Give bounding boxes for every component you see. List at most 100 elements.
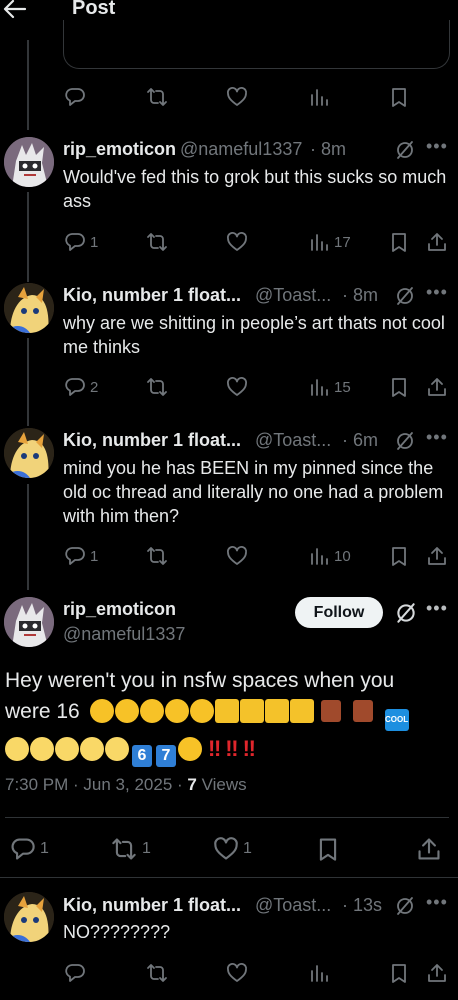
share-icon <box>428 378 446 396</box>
heart-icon <box>227 232 247 251</box>
views-button[interactable]: 17 <box>308 231 351 253</box>
author-name[interactable]: Kio, number 1 float... <box>63 285 241 306</box>
more-options-icon[interactable]: ••• <box>426 136 448 157</box>
reply-count: 1 <box>90 547 99 565</box>
reply-button[interactable]: 1 <box>64 231 98 253</box>
bookmark-icon <box>392 88 406 107</box>
back-button[interactable] <box>2 0 30 22</box>
author-handle[interactable]: @Toast... <box>255 285 331 306</box>
double-exclamation-emoji: ‼ <box>242 736 256 761</box>
like-count: 1 <box>243 840 252 857</box>
bookmark-button[interactable] <box>316 836 340 862</box>
avatar[interactable] <box>4 137 54 187</box>
like-button[interactable] <box>226 545 248 567</box>
grok-icon[interactable] <box>394 285 416 307</box>
chart-icon <box>311 965 328 982</box>
bookmark-button[interactable] <box>389 376 409 398</box>
chart-icon <box>311 234 328 251</box>
repost-icon <box>112 838 136 860</box>
author-name[interactable]: rip_emoticon <box>63 139 176 160</box>
post-text-line: were 16 COOL <box>5 696 455 731</box>
reply-button[interactable] <box>64 86 86 108</box>
author-name[interactable]: Kio, number 1 float... <box>63 430 241 451</box>
yellow-circle-emoji <box>5 737 29 761</box>
reply-icon <box>65 964 85 982</box>
avatar[interactable] <box>4 597 54 647</box>
bookmark-button[interactable] <box>389 231 409 253</box>
joy-emoji <box>189 699 214 723</box>
chart-icon <box>311 379 328 396</box>
post-timestamp: 7:30 PM · Jun 3, 2025 · 7 Views <box>5 775 247 794</box>
double-exclamation-emoji: ‼ <box>225 736 238 761</box>
thread-line <box>27 338 29 426</box>
grok-icon[interactable] <box>394 601 418 625</box>
share-button[interactable] <box>426 545 448 567</box>
reply-icon <box>65 547 85 565</box>
avatar[interactable] <box>4 892 54 942</box>
quoted-card[interactable] <box>63 20 450 69</box>
more-options-icon[interactable]: ••• <box>426 282 448 303</box>
chart-icon <box>311 89 328 106</box>
repost-button[interactable] <box>146 86 168 108</box>
yellow-circle-emoji <box>30 737 54 761</box>
post-time: · 6m <box>342 430 378 450</box>
bookmark-button[interactable] <box>389 545 409 567</box>
avatar[interactable] <box>4 428 54 478</box>
repost-button[interactable] <box>146 545 168 567</box>
grok-icon[interactable] <box>394 430 416 452</box>
post-text: NO???????? <box>63 922 171 942</box>
author-handle[interactable]: @nameful1337 <box>63 624 185 645</box>
views-button[interactable] <box>308 86 330 108</box>
author-name[interactable]: Kio, number 1 float... <box>63 895 241 916</box>
reply-count: 1 <box>40 840 49 857</box>
author-name[interactable]: rip_emoticon <box>63 599 176 620</box>
reply-button[interactable]: 2 <box>64 376 98 398</box>
author-handle[interactable]: @Toast... <box>255 895 331 916</box>
repost-button[interactable]: 1 <box>110 836 151 862</box>
more-options-icon[interactable]: ••• <box>426 892 448 913</box>
avatar[interactable] <box>4 283 54 333</box>
share-button[interactable] <box>426 376 448 398</box>
bunny-ears-emoji <box>289 699 314 723</box>
share-button[interactable] <box>426 231 448 253</box>
grok-icon[interactable] <box>394 895 416 917</box>
bookmark-button[interactable] <box>389 962 409 984</box>
heart-icon <box>227 963 247 982</box>
author-handle[interactable]: @nameful1337 <box>180 139 302 160</box>
bookmark-icon <box>392 964 406 983</box>
repost-button[interactable] <box>146 962 168 984</box>
repost-button[interactable] <box>146 376 168 398</box>
like-button[interactable] <box>226 231 248 253</box>
post-text: mind you he has BEEN in my pinned since … <box>63 458 444 526</box>
more-options-icon[interactable]: ••• <box>426 598 448 619</box>
divider <box>0 877 458 878</box>
follow-button[interactable]: Follow <box>295 597 383 628</box>
like-button[interactable]: 1 <box>213 836 252 862</box>
post-text-line: Hey weren't you in nsfw spaces when you <box>5 669 395 692</box>
follow-label: Follow <box>313 603 365 621</box>
post-text: Would've fed this to grok but this sucks… <box>63 167 447 211</box>
bookmark-icon <box>319 838 337 861</box>
reply-button[interactable]: 1 <box>10 836 49 862</box>
thread-line <box>27 40 29 130</box>
heart-icon <box>227 377 247 396</box>
reply-button[interactable]: 1 <box>64 545 98 567</box>
reply-button[interactable] <box>64 962 86 984</box>
like-button[interactable] <box>226 86 248 108</box>
bookmark-button[interactable] <box>389 86 409 108</box>
like-button[interactable] <box>226 376 248 398</box>
grok-icon[interactable] <box>394 139 416 161</box>
reply-count: 1 <box>90 233 99 251</box>
share-button[interactable] <box>426 962 448 984</box>
view-count: 17 <box>334 233 351 251</box>
repost-icon <box>147 378 167 396</box>
like-button[interactable] <box>226 962 248 984</box>
repost-button[interactable] <box>146 231 168 253</box>
more-options-icon[interactable]: ••• <box>426 427 448 448</box>
views-button[interactable]: 15 <box>308 376 351 398</box>
views-button[interactable]: 10 <box>308 545 351 567</box>
share-button[interactable] <box>416 836 442 862</box>
share-icon <box>428 233 446 251</box>
author-handle[interactable]: @Toast... <box>255 430 331 451</box>
views-button[interactable] <box>308 962 330 984</box>
